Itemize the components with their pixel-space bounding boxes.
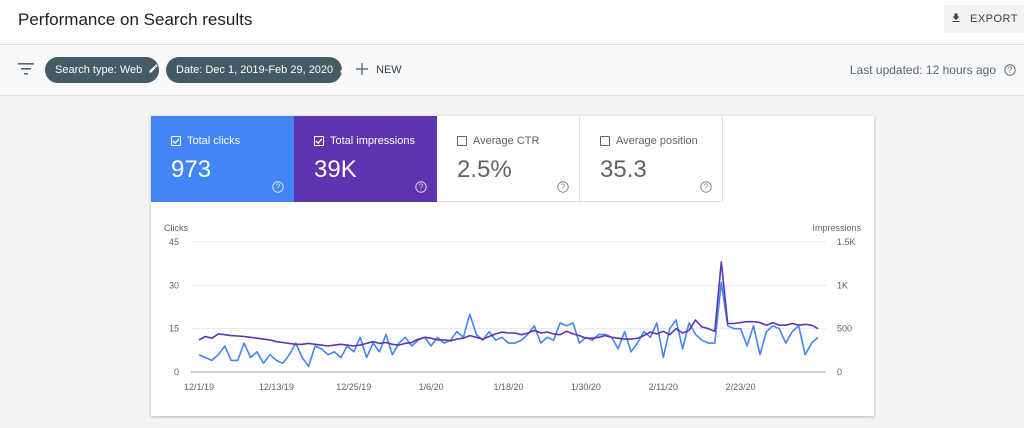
checkbox-unchecked-icon[interactable]	[600, 136, 610, 146]
left-tick-label: 0	[174, 367, 179, 377]
chip-label: Search type: Web	[55, 64, 143, 76]
help-circle-icon[interactable]: ?	[272, 180, 284, 198]
page-title: Performance on Search results	[18, 10, 253, 29]
metric-value: 35.3	[600, 156, 647, 183]
pencil-icon	[339, 63, 350, 77]
filter-icon[interactable]	[18, 62, 34, 81]
left-axis-label: Clicks	[164, 223, 188, 233]
x-tick-label: 1/30/20	[571, 382, 601, 392]
metric-label-row: Total clicks	[171, 135, 240, 147]
svg-text:?: ?	[276, 183, 281, 192]
svg-text:?: ?	[704, 183, 709, 192]
metric-value: 973	[171, 156, 212, 183]
x-tick-label: 12/1/19	[184, 382, 214, 392]
pencil-icon	[148, 63, 159, 77]
checkbox-unchecked-icon[interactable]	[457, 136, 467, 146]
metric-label: Total impressions	[330, 135, 415, 147]
filter-toolbar: Search type: Web Date: Dec 1, 2019-Feb 2…	[0, 45, 1024, 96]
metric-total-clicks[interactable]: Total clicks 973 ?	[151, 116, 294, 202]
new-filter-button[interactable]: NEW	[356, 58, 402, 82]
metric-total-impressions[interactable]: Total impressions 39K ?	[294, 116, 437, 202]
left-tick-label: 45	[169, 237, 179, 247]
metric-label: Average position	[616, 135, 698, 147]
export-button[interactable]: EXPORT	[944, 5, 1024, 33]
x-tick-label: 12/13/19	[259, 382, 294, 392]
last-updated-text: Last updated: 12 hours ago	[849, 63, 996, 77]
right-tick-label: 1.5K	[837, 237, 856, 247]
plus-icon	[356, 62, 368, 78]
chip-label: Date: Dec 1, 2019-Feb 29, 2020	[176, 64, 334, 76]
series-line-impressions	[198, 261, 819, 347]
help-circle-icon[interactable]: ?	[1004, 63, 1016, 81]
performance-chart: Clicks Impressions 0 0 15 500 30 1K 45 1.5K 12/1…	[164, 223, 862, 392]
right-tick-label: 500	[837, 324, 852, 334]
right-tick-label: 0	[837, 367, 842, 377]
performance-card: Total clicks 973 ? Total impressions 39K…	[151, 116, 874, 416]
help-circle-icon[interactable]: ?	[700, 180, 712, 198]
svg-text:?: ?	[419, 183, 424, 192]
checkbox-checked-icon[interactable]	[314, 136, 324, 146]
left-tick-label: 30	[169, 280, 179, 290]
metric-label-row: Average CTR	[457, 135, 539, 147]
help-circle-icon[interactable]: ?	[557, 180, 569, 198]
x-tick-label: 2/23/20	[726, 382, 756, 392]
x-tick-label: 2/11/20	[649, 382, 678, 392]
x-tick-label: 1/6/20	[419, 382, 444, 392]
metric-label: Average CTR	[473, 135, 540, 147]
metric-average-ctr[interactable]: Average CTR 2.5% ?	[437, 116, 580, 202]
metric-value: 2.5%	[457, 156, 512, 183]
left-tick-label: 15	[169, 324, 179, 334]
download-icon	[950, 12, 962, 27]
metric-label-row: Average position	[600, 135, 698, 147]
metric-label-row: Total impressions	[314, 135, 415, 147]
right-tick-label: 1K	[837, 280, 848, 290]
checkbox-checked-icon[interactable]	[171, 136, 181, 146]
new-label: NEW	[376, 64, 402, 76]
metric-average-position[interactable]: Average position 35.3 ?	[580, 116, 723, 202]
metric-value: 39K	[314, 156, 357, 183]
x-tick-label: 12/25/19	[336, 382, 371, 392]
help-circle-icon[interactable]: ?	[415, 180, 427, 198]
page-header: Performance on Search results EXPORT	[0, 0, 1024, 45]
date-range-chip[interactable]: Date: Dec 1, 2019-Feb 29, 2020	[166, 57, 349, 83]
export-label: EXPORT	[969, 13, 1019, 25]
x-tick-label: 1/18/20	[493, 382, 523, 392]
right-axis-label: Impressions	[812, 223, 861, 233]
search-type-chip[interactable]: Search type: Web	[45, 57, 159, 83]
metric-label: Total clicks	[187, 135, 241, 147]
svg-text:?: ?	[1008, 66, 1013, 75]
svg-text:?: ?	[561, 183, 566, 192]
